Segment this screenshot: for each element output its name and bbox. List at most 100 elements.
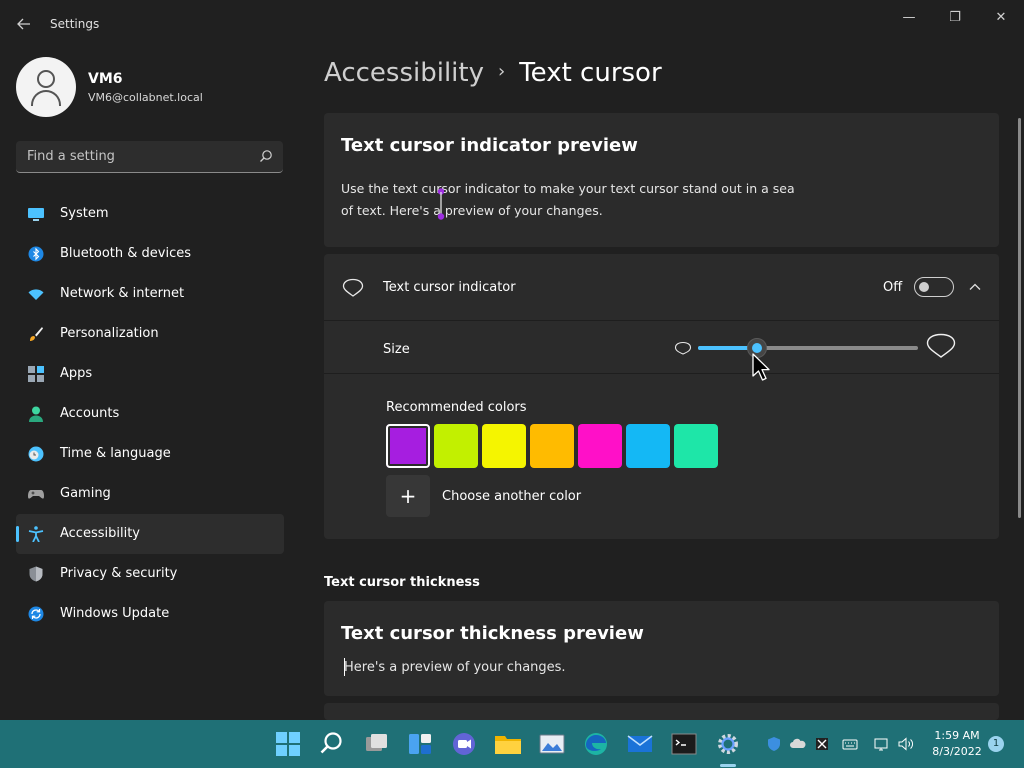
sidebar-item-gaming[interactable]: Gaming <box>16 474 284 514</box>
back-button[interactable] <box>12 10 36 38</box>
wifi-icon <box>28 289 44 300</box>
gamepad-icon <box>28 490 44 499</box>
recommended-colors-label: Recommended colors <box>386 400 527 415</box>
avatar-head-icon <box>37 70 55 88</box>
plus-icon: + <box>399 484 417 508</box>
apps-icon <box>28 366 44 382</box>
volume-icon[interactable] <box>898 736 914 752</box>
main-content: Accessibility › Text cursor Text cursor in… <box>324 0 1000 720</box>
photos-icon[interactable] <box>536 728 568 760</box>
terminal-icon[interactable] <box>668 728 700 760</box>
sidebar-item-personalization[interactable]: Personalization <box>16 314 284 354</box>
size-label: Size <box>383 342 410 357</box>
sidebar-item-apps[interactable]: Apps <box>16 354 284 394</box>
sidebar-item-label: Accounts <box>60 406 120 421</box>
update-icon <box>28 606 44 622</box>
add-color-button[interactable]: + <box>386 475 430 517</box>
widgets-icon[interactable] <box>404 728 436 760</box>
active-app-indicator <box>720 764 736 767</box>
keyboard-icon[interactable] <box>842 736 858 752</box>
preview-text-line: of text. Here's a preview of your change… <box>341 203 603 218</box>
text-cursor-indicator-label: Text cursor indicator <box>383 280 516 295</box>
text-cursor-indicator-card: Text cursor indicator Off Size Recommend… <box>324 254 999 539</box>
sidebar-item-label: Accessibility <box>60 526 140 541</box>
toggle-state-label: Off <box>883 280 903 295</box>
sidebar-item-system[interactable]: System <box>16 194 284 234</box>
color-swatch[interactable] <box>578 424 622 468</box>
scrollbar[interactable] <box>1018 118 1021 518</box>
color-swatch[interactable] <box>386 424 430 468</box>
page-title: Text cursor <box>519 58 662 88</box>
display-network-icon[interactable] <box>874 736 890 752</box>
sidebar-item-label: Windows Update <box>60 606 170 621</box>
breadcrumb-parent-link[interactable]: Accessibility <box>324 58 484 88</box>
large-size-icon <box>926 333 956 358</box>
indicator-preview-card: Text cursor indicator preview Use the te… <box>324 113 999 247</box>
bluetooth-icon <box>28 246 44 262</box>
mouse-pointer-icon <box>752 353 770 381</box>
chevron-up-icon[interactable] <box>966 278 984 296</box>
text-cursor-indicator-row[interactable]: Text cursor indicator Off <box>324 254 999 321</box>
sidebar-item-label: System <box>60 206 109 221</box>
person-icon <box>29 406 43 422</box>
sidebar-item-label: Personalization <box>60 326 159 341</box>
avatar <box>16 57 76 117</box>
color-swatch[interactable] <box>674 424 718 468</box>
network-disconnected-icon[interactable] <box>814 736 830 752</box>
color-swatch[interactable] <box>434 424 478 468</box>
text-cursor-indicator-icon <box>437 188 445 220</box>
defender-icon[interactable] <box>766 736 782 752</box>
mail-icon[interactable] <box>624 728 656 760</box>
sidebar-item-time-language[interactable]: Time & language <box>16 434 284 474</box>
color-swatch[interactable] <box>530 424 574 468</box>
sidebar-item-bluetooth[interactable]: Bluetooth & devices <box>16 234 284 274</box>
search-icon <box>260 150 272 162</box>
color-swatch[interactable] <box>482 424 526 468</box>
indicator-preview-text: Use the text cursor indicator to make yo… <box>341 178 801 222</box>
preview-text-line: Use the text cursor indicator to make yo… <box>341 181 795 196</box>
sidebar-item-label: Network & internet <box>60 286 185 301</box>
task-view-icon[interactable] <box>360 728 392 760</box>
taskbar: 1:59 AM 8/3/2022 1 <box>0 720 1024 768</box>
sidebar-item-label: Bluetooth & devices <box>60 246 191 261</box>
sidebar-nav: System Bluetooth & devices Network & int… <box>16 194 284 634</box>
onedrive-icon[interactable] <box>790 736 806 752</box>
size-slider[interactable] <box>698 338 918 358</box>
clock-date: 8/3/2022 <box>932 745 982 758</box>
sidebar-item-privacy-security[interactable]: Privacy & security <box>16 554 284 594</box>
sidebar-item-windows-update[interactable]: Windows Update <box>16 594 284 634</box>
user-profile[interactable]: VM6 VM6@collabnet.local <box>16 57 286 117</box>
edge-icon[interactable] <box>580 728 612 760</box>
sidebar-item-label: Time & language <box>60 446 171 461</box>
thickness-slider-card <box>324 703 999 720</box>
search-taskbar-icon[interactable] <box>316 728 348 760</box>
breadcrumb: Accessibility › Text cursor <box>324 58 662 88</box>
profile-name: VM6 <box>88 71 123 87</box>
paintbrush-icon <box>30 327 43 341</box>
profile-email: VM6@collabnet.local <box>88 91 203 104</box>
size-row: Size <box>324 321 999 381</box>
sidebar-item-label: Apps <box>60 366 93 381</box>
start-icon[interactable] <box>272 728 304 760</box>
indicator-preview-title: Text cursor indicator preview <box>341 135 638 156</box>
sidebar-item-label: Gaming <box>60 486 111 501</box>
shield-icon <box>29 566 43 582</box>
thickness-preview-card: Text cursor thickness preview Here's a p… <box>324 601 999 696</box>
chevron-right-icon: › <box>498 61 506 82</box>
clock[interactable]: 1:59 AM 8/3/2022 <box>926 728 988 760</box>
clock-globe-icon <box>28 446 44 462</box>
avatar-body-icon <box>31 90 61 106</box>
settings-gear-icon[interactable] <box>712 728 744 760</box>
search-input[interactable]: Find a setting <box>16 141 283 173</box>
text-cursor-indicator-toggle[interactable] <box>914 277 954 297</box>
file-explorer-icon[interactable] <box>492 728 524 760</box>
notification-badge[interactable]: 1 <box>988 736 1004 752</box>
sidebar-item-accounts[interactable]: Accounts <box>16 394 284 434</box>
color-swatch[interactable] <box>626 424 670 468</box>
system-icon <box>28 208 44 221</box>
choose-another-color-label[interactable]: Choose another color <box>442 489 581 504</box>
sidebar-item-accessibility[interactable]: Accessibility <box>16 514 284 554</box>
sidebar-item-network[interactable]: Network & internet <box>16 274 284 314</box>
accessibility-icon <box>28 526 44 542</box>
chat-icon[interactable] <box>448 728 480 760</box>
